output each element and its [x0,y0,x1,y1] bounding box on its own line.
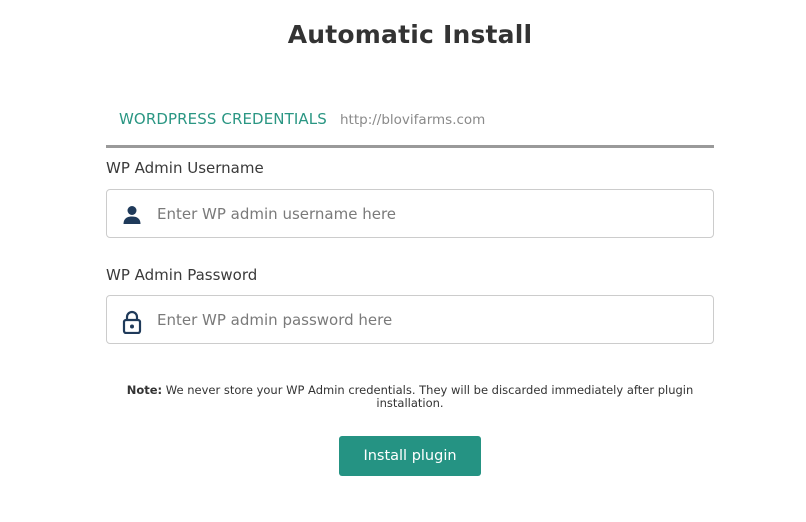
install-plugin-button[interactable]: Install plugin [339,436,481,476]
privacy-note: Note: We never store your WP Admin crede… [120,384,700,409]
site-url: http://blovifarms.com [340,112,486,128]
password-field [106,295,714,344]
password-label: WP Admin Password [106,266,258,284]
username-label: WP Admin Username [106,159,264,177]
password-input[interactable] [157,296,707,343]
username-field [106,189,714,238]
credentials-tab-bar: WORDPRESS CREDENTIALS http://blovifarms.… [106,98,714,148]
lock-icon [122,310,142,335]
tab-wordpress-credentials[interactable]: WORDPRESS CREDENTIALS [119,110,327,128]
user-icon [122,204,142,226]
note-prefix: Note: [126,383,163,397]
username-input[interactable] [157,190,707,237]
automatic-install-page: Automatic Install WORDPRESS CREDENTIALS … [0,0,806,522]
page-title: Automatic Install [287,20,533,49]
note-text: We never store your WP Admin credentials… [162,383,694,410]
